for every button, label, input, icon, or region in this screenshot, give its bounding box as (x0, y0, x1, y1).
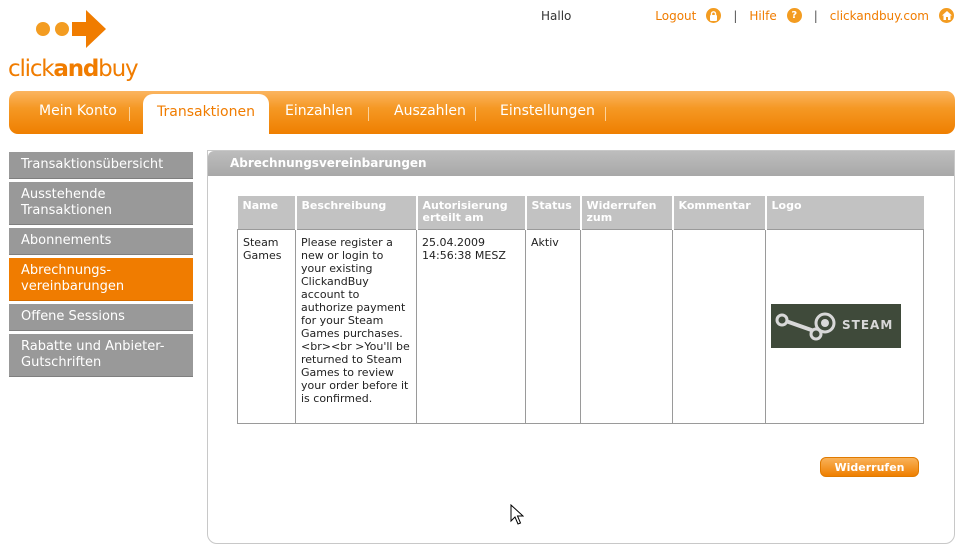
nav-divider (475, 107, 476, 121)
help-icon: ? (786, 8, 802, 23)
steam-logo-text: STEAM (842, 318, 894, 332)
nav-divider (129, 107, 130, 121)
content-panel: Abrechnungsvereinbarungen Name Beschreib… (207, 150, 955, 544)
sidebar-item-abrechnungsvereinbarungen[interactable]: Abrechnungs-vereinbarungen (9, 258, 193, 301)
sidebar-item-offene-sessions[interactable]: Offene Sessions (9, 304, 193, 331)
cell-revoked (580, 228, 673, 424)
nav-divider (605, 107, 606, 121)
home-icon (939, 8, 954, 23)
table-header-row: Name Beschreibung Autorisierung erteilt … (237, 196, 924, 229)
separator: | (733, 8, 738, 23)
top-links: Logout | Hilfe ? | clickandbuy.com (655, 8, 954, 23)
tab-transaktionen[interactable]: Transaktionen (143, 94, 269, 134)
cell-comment (672, 228, 766, 424)
sidebar-item-rabatte-gutschriften[interactable]: Rabatte und Anbieter-Gutschriften (9, 334, 193, 377)
column-header-beschreibung: Beschreibung (295, 196, 418, 229)
tab-einzahlen[interactable]: Einzahlen (285, 103, 353, 119)
agreements-table: Name Beschreibung Autorisierung erteilt … (237, 196, 924, 424)
logo-wordmark: clickandbuy (8, 56, 139, 82)
column-header-autorisierung: Autorisierung erteilt am (416, 196, 527, 229)
lock-icon (706, 8, 722, 23)
tab-mein-konto[interactable]: Mein Konto (39, 103, 117, 119)
greeting-text: Hallo (541, 9, 572, 23)
sidebar-item-abonnements[interactable]: Abonnements (9, 228, 193, 255)
revoke-button[interactable]: Widerrufen (820, 457, 919, 477)
column-header-name: Name (237, 196, 297, 229)
help-link[interactable]: Hilfe ? (749, 8, 802, 23)
mouse-cursor-icon (510, 504, 524, 525)
arrow-dots-icon (36, 10, 106, 48)
clickandbuy-home-link[interactable]: clickandbuy.com (830, 8, 954, 23)
tab-auszahlen[interactable]: Auszahlen (394, 103, 466, 119)
sidebar-item-ausstehende-transaktionen[interactable]: Ausstehende Transaktionen (9, 182, 193, 225)
cell-logo: STEAM (765, 228, 924, 424)
column-header-status: Status (525, 196, 582, 229)
cell-description: Please register a new or login to your e… (295, 228, 417, 424)
tab-einstellungen[interactable]: Einstellungen (500, 103, 595, 119)
column-header-kommentar: Kommentar (672, 196, 767, 229)
sidebar-item-transaktionsuebersicht[interactable]: Transaktionsübersicht (9, 152, 193, 179)
cell-status: Aktiv (525, 228, 581, 424)
steam-icon (775, 312, 836, 341)
table-row: Steam Games Please register a new or log… (237, 228, 924, 424)
cell-name: Steam Games (237, 228, 296, 424)
nav-divider (368, 107, 369, 121)
sidebar: Transaktionsübersicht Ausstehende Transa… (9, 152, 193, 380)
column-header-logo: Logo (765, 196, 924, 229)
cell-authorized: 25.04.2009 14:56:38 MESZ (416, 228, 526, 424)
column-header-widerrufen: Widerrufen zum (580, 196, 674, 229)
clickandbuy-logo[interactable]: clickandbuy (8, 6, 139, 82)
steam-logo: STEAM (771, 304, 901, 348)
logout-link[interactable]: Logout (655, 8, 722, 23)
panel-title: Abrechnungsvereinbarungen (208, 151, 954, 176)
main-nav: Mein Konto Transaktionen Einzahlen Ausza… (9, 91, 955, 134)
separator: | (813, 8, 818, 23)
